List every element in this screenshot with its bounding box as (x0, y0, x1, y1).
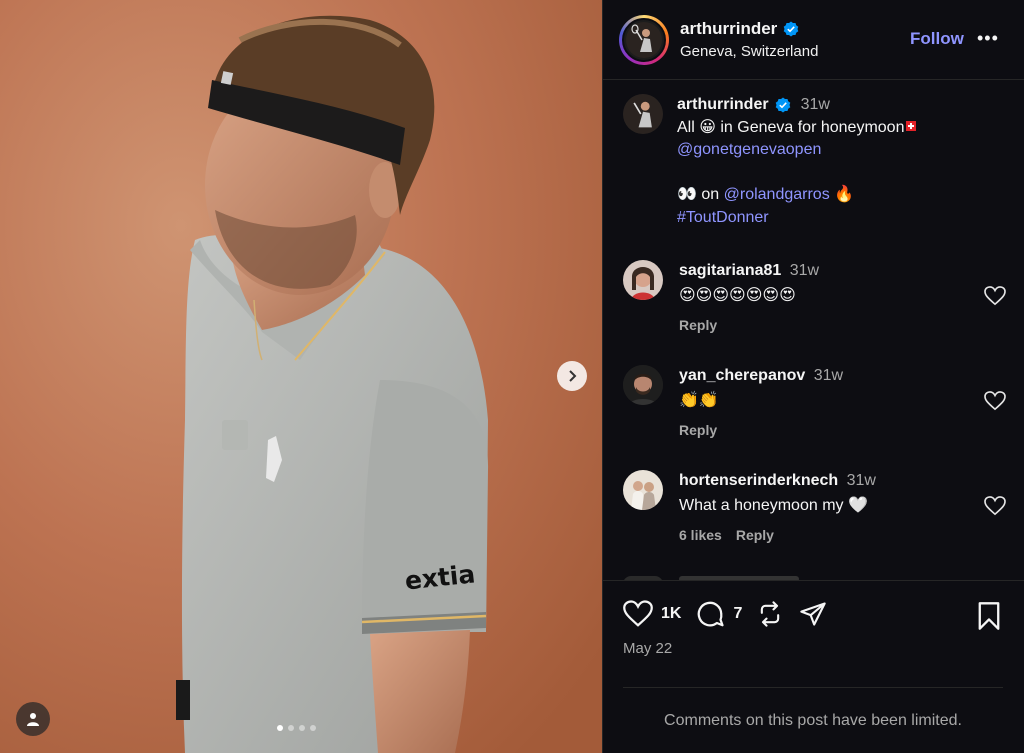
repost-icon (761, 601, 780, 627)
chevron-right-icon (569, 370, 577, 382)
follow-button[interactable]: Follow (910, 29, 964, 49)
comment-text: 😍😍😍😍😍😍😍 (679, 287, 796, 304)
comments-limited-notice: Comments on this post have been limited. (623, 687, 1003, 730)
more-options-button[interactable]: ••• (977, 28, 999, 49)
carousel-dot (288, 725, 294, 731)
carousel-indicator (277, 725, 316, 731)
commenter-username[interactable]: sagitariana81 (679, 262, 781, 279)
comment-count[interactable]: 7 (733, 605, 742, 623)
commenter-avatar[interactable] (623, 365, 663, 405)
caption-author-avatar[interactable] (623, 94, 663, 134)
post-date[interactable]: May 22 (623, 640, 672, 657)
comment-item: hortenserinderknech 31w What a honeymoon… (623, 470, 1013, 560)
verified-badge-icon (775, 97, 790, 113)
heart-icon[interactable] (984, 391, 1006, 411)
post-side-panel: arthurrinder Geneva, Switzerland Follow … (602, 0, 1024, 753)
commenter-username[interactable]: yan_cherepanov (679, 367, 805, 384)
comment-time[interactable]: 31w (790, 262, 819, 279)
post-media[interactable]: extia (0, 0, 602, 753)
reply-button[interactable]: Reply (736, 527, 774, 543)
reply-button[interactable]: Reply (679, 317, 717, 333)
carousel-dot (310, 725, 316, 731)
mention-link[interactable]: @gonetgenevaopen (677, 141, 821, 158)
comment-item: sagitariana81 31w 😍😍😍😍😍😍😍 Reply (623, 260, 1013, 350)
heart-icon (623, 600, 653, 627)
post-photo: extia (0, 0, 602, 753)
repost-button[interactable] (756, 600, 784, 628)
commenter-avatar[interactable] (623, 260, 663, 300)
comment-item: yan_cherepanov 31w 👏👏 Reply (623, 365, 1013, 455)
comment-bubble-icon (698, 601, 725, 627)
caption-time[interactable]: 31w (801, 94, 830, 117)
comments-feed[interactable]: arthurrinder 31w All 😀 in Geneva for hon… (603, 80, 1024, 580)
carousel-dot (299, 725, 305, 731)
comment-time[interactable]: 31w (847, 472, 876, 489)
bookmark-icon[interactable] (975, 601, 1003, 631)
post-actions: 1K 7 May 22 Comments on this post have b… (603, 580, 1024, 753)
heart-icon[interactable] (984, 286, 1006, 306)
caption-username[interactable]: arthurrinder (677, 94, 769, 117)
comment-text: 👏👏 (679, 392, 719, 409)
next-slide-button[interactable] (557, 361, 587, 391)
instagram-post: extia arthurrinder Geneva, Switzerland F… (0, 0, 1024, 753)
caption-line1: All 😀 in Geneva for honeymoon (677, 118, 905, 136)
commenter-username[interactable]: hortenserinderknech (679, 472, 838, 489)
caption-line3-prefix: 👀 on (677, 186, 720, 203)
verified-badge-icon (783, 21, 799, 37)
send-icon (800, 602, 827, 626)
caption-line3-suffix: 🔥 (834, 186, 855, 203)
comment-text: What a honeymoon my 🤍 (679, 497, 868, 514)
tennis-player-avatar-icon (623, 94, 663, 134)
swiss-flag-icon (906, 120, 917, 131)
author-username[interactable]: arthurrinder (680, 19, 777, 39)
like-count[interactable]: 1K (661, 605, 681, 623)
tagged-users-button[interactable] (16, 702, 50, 736)
mention-link[interactable]: @rolandgarros (724, 186, 830, 203)
hashtag-link[interactable]: #ToutDonner (677, 209, 769, 226)
user-avatar-icon (623, 365, 663, 405)
heart-icon[interactable] (984, 496, 1006, 516)
user-avatar-icon (623, 470, 663, 510)
share-button[interactable] (798, 600, 828, 628)
comment-likes[interactable]: 6 likes (679, 527, 722, 543)
author-avatar[interactable] (619, 14, 669, 65)
user-avatar-icon (623, 260, 663, 300)
post-header: arthurrinder Geneva, Switzerland Follow … (603, 0, 1024, 80)
reply-button[interactable]: Reply (679, 422, 717, 438)
comment-time[interactable]: 31w (814, 367, 843, 384)
commenter-avatar[interactable] (623, 470, 663, 510)
tennis-player-avatar-icon (626, 21, 662, 58)
post-caption: arthurrinder 31w All 😀 in Geneva for hon… (623, 94, 1007, 229)
like-button[interactable]: 1K (623, 600, 681, 628)
post-location[interactable]: Geneva, Switzerland (680, 43, 818, 60)
carousel-dot (277, 725, 283, 731)
comment-button[interactable]: 7 (695, 599, 742, 629)
person-icon (27, 713, 39, 726)
